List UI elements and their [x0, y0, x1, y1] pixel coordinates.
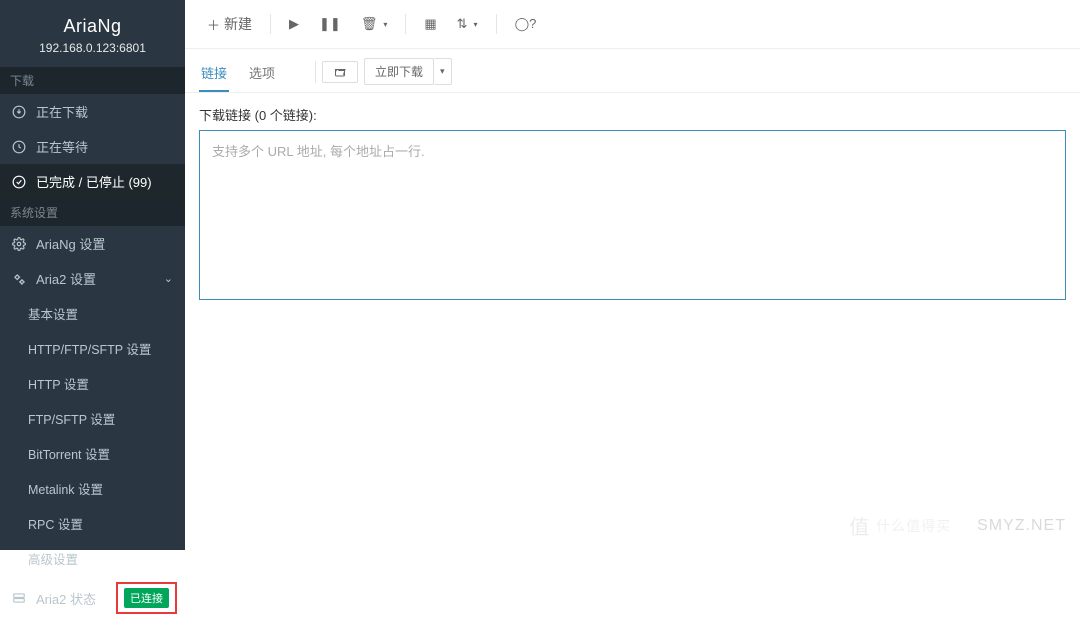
tab-options[interactable]: 选项 — [247, 57, 277, 92]
watermark-text: SMYZ.NET — [977, 517, 1066, 535]
sidebar-item-http[interactable]: HTTP 设置 — [0, 366, 185, 401]
tabs-row: 链接 选项 立即下载 ▾ — [185, 49, 1080, 93]
content-area: 下载链接 (0 个链接): — [185, 93, 1080, 550]
caret-down-icon: ▾ — [474, 20, 478, 29]
status-badge-highlight: 已连接 — [116, 582, 177, 614]
sidebar-section-system: 系统设置 — [0, 199, 185, 226]
divider — [270, 14, 271, 34]
help-button[interactable]: ◯? — [507, 12, 545, 36]
sidebar-item-advanced[interactable]: 高级设置 — [0, 541, 185, 576]
plus-icon: ＋ — [207, 15, 220, 34]
view-toggle-button[interactable]: ▦ — [416, 12, 444, 36]
pause-icon: ❚❚ — [319, 16, 341, 32]
download-now-split-button: 立即下载 ▾ — [364, 58, 452, 85]
sidebar-item-label: 正在下载 — [36, 102, 173, 121]
sidebar-item-finished[interactable]: 已完成 / 已停止 (99) — [0, 164, 185, 199]
open-file-button[interactable] — [322, 61, 358, 83]
sidebar-item-bittorrent[interactable]: BitTorrent 设置 — [0, 436, 185, 471]
sidebar-item-label: Metalink 设置 — [28, 479, 173, 498]
status-badge: 已连接 — [124, 588, 169, 608]
pause-button[interactable]: ❚❚ — [311, 12, 349, 36]
app-title: AriaNg — [0, 16, 185, 37]
sidebar-item-label: BitTorrent 设置 — [28, 444, 173, 463]
sidebar-item-label: RPC 设置 — [28, 514, 173, 533]
watermark: 值 什么值得买 SMYZ.NET — [849, 511, 1066, 540]
server-address: 192.168.0.123:6801 — [0, 41, 185, 55]
sidebar-item-waiting[interactable]: 正在等待 — [0, 129, 185, 164]
caret-down-icon: ▾ — [383, 20, 387, 29]
sidebar-item-rpc[interactable]: RPC 设置 — [0, 506, 185, 541]
new-button[interactable]: ＋ 新建 — [199, 10, 260, 38]
sidebar-item-aria2-settings[interactable]: Aria2 设置 ⌄ — [0, 261, 185, 296]
caret-down-icon: ▾ — [440, 66, 445, 77]
help-icon: ◯? — [515, 16, 537, 32]
sidebar-item-label: 基本设置 — [28, 304, 173, 323]
download-now-dropdown[interactable]: ▾ — [434, 58, 452, 85]
sidebar: AriaNg 192.168.0.123:6801 下载 正在下载 正在等待 已… — [0, 0, 185, 550]
sidebar-item-label: HTTP 设置 — [28, 374, 173, 393]
aria2-settings-submenu: 基本设置 HTTP/FTP/SFTP 设置 HTTP 设置 FTP/SFTP 设… — [0, 296, 185, 576]
sort-button[interactable]: ⇅▾ — [449, 12, 486, 36]
gears-icon — [12, 272, 26, 286]
sidebar-item-label: HTTP/FTP/SFTP 设置 — [28, 339, 173, 358]
sidebar-item-label: Aria2 设置 — [36, 269, 154, 288]
start-button[interactable]: ▶ — [281, 12, 307, 36]
sidebar-item-basic[interactable]: 基本设置 — [0, 296, 185, 331]
sidebar-item-aria2-status[interactable]: Aria2 状态 已连接 — [0, 576, 185, 620]
play-icon: ▶ — [289, 16, 299, 32]
sidebar-item-label: Aria2 状态 — [36, 589, 106, 608]
divider — [496, 14, 497, 34]
sidebar-brand: AriaNg 192.168.0.123:6801 — [0, 0, 185, 67]
sidebar-item-ftp-sftp[interactable]: FTP/SFTP 设置 — [0, 401, 185, 436]
server-icon — [12, 591, 26, 605]
download-now-button[interactable]: 立即下载 — [364, 58, 434, 85]
sort-icon: ⇅ — [457, 16, 468, 32]
check-circle-icon — [12, 175, 26, 189]
sidebar-item-label: AriaNg 设置 — [36, 234, 173, 253]
tab-links[interactable]: 链接 — [199, 57, 229, 92]
sidebar-item-http-ftp-sftp[interactable]: HTTP/FTP/SFTP 设置 — [0, 331, 185, 366]
sidebar-item-downloading[interactable]: 正在下载 — [0, 94, 185, 129]
delete-button[interactable]: 🗑▾ — [353, 12, 396, 36]
links-textarea[interactable] — [199, 130, 1066, 300]
gear-icon — [12, 237, 26, 251]
sidebar-item-metalink[interactable]: Metalink 设置 — [0, 471, 185, 506]
divider — [315, 61, 316, 83]
sidebar-item-label: 已完成 / 已停止 (99) — [36, 172, 173, 191]
divider — [405, 14, 406, 34]
clock-icon — [12, 140, 26, 154]
main-area: ＋ 新建 ▶ ❚❚ 🗑▾ ▦ ⇅▾ ◯? 链接 选项 立即下载 ▾ 下载链接 (… — [185, 0, 1080, 550]
sidebar-item-label: FTP/SFTP 设置 — [28, 409, 173, 428]
trash-icon: 🗑 — [361, 16, 378, 32]
sidebar-item-ariang-settings[interactable]: AriaNg 设置 — [0, 226, 185, 261]
button-label: 新建 — [224, 14, 252, 34]
down-arrow-icon — [12, 105, 26, 119]
watermark-logo: 值 — [849, 511, 870, 540]
folder-open-icon — [333, 66, 347, 78]
sidebar-item-label: 正在等待 — [36, 137, 173, 156]
toolbar: ＋ 新建 ▶ ❚❚ 🗑▾ ▦ ⇅▾ ◯? — [185, 0, 1080, 49]
sidebar-section-downloads: 下载 — [0, 67, 185, 94]
grid-icon: ▦ — [424, 16, 436, 32]
chevron-down-icon: ⌄ — [164, 272, 173, 285]
sidebar-item-label: 高级设置 — [28, 549, 173, 568]
links-label: 下载链接 (0 个链接): — [199, 105, 1066, 124]
tabs-actions: 立即下载 ▾ — [315, 58, 452, 91]
